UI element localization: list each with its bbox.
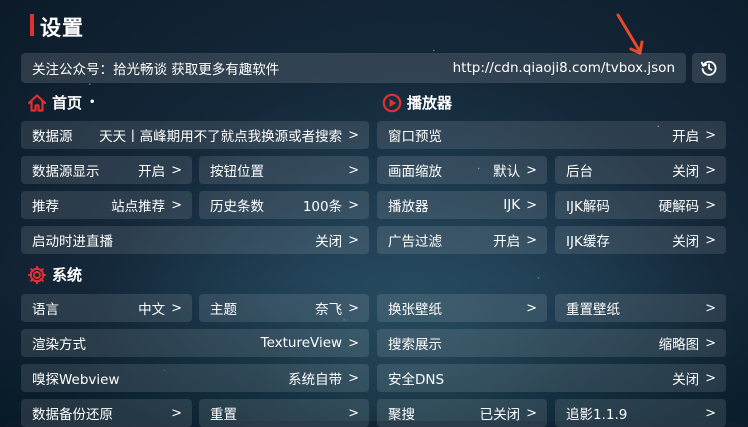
gear-icon (27, 265, 47, 284)
setting-data-source[interactable]: 数据源 天天丨高峰期用不了就点我换源或者搜索 > (21, 121, 369, 149)
banner-text: 关注公众号：拾光畅谈 获取更多有趣软件 (32, 62, 280, 78)
section-home-dot: • (89, 97, 96, 108)
setting-ijk-cache[interactable]: IJK缓存 关闭 > (555, 226, 726, 254)
page-title: 设置 (40, 16, 84, 40)
setting-reset-wallpaper[interactable]: 重置壁纸 > (555, 294, 726, 322)
setting-secure-dns[interactable]: 安全DNS 关闭 > (377, 364, 726, 392)
setting-ad-filter[interactable]: 广告过滤 开启 > (377, 226, 547, 254)
setting-button-position[interactable]: 按钮位置 > (199, 156, 369, 184)
setting-change-wallpaper[interactable]: 换张壁纸 > (377, 294, 547, 322)
setting-language[interactable]: 语言 中文 > (21, 294, 192, 322)
setting-render-mode[interactable]: 渲染方式 TextureView > (21, 329, 369, 357)
setting-data-backup[interactable]: 数据备份还原 > (21, 399, 192, 427)
setting-theme[interactable]: 主题 奈飞 > (199, 294, 369, 322)
setting-history-count[interactable]: 历史条数 100条 > (199, 191, 369, 219)
setting-search-display[interactable]: 搜索展示 缩略图 > (377, 329, 726, 357)
setting-window-preview[interactable]: 窗口预览 开启 > (377, 121, 726, 149)
section-system-title: 系统 (52, 266, 83, 284)
setting-app-version[interactable]: 追影1.1.9 > (555, 399, 726, 427)
subscription-banner[interactable]: 关注公众号：拾光畅谈 获取更多有趣软件 http://cdn.qiaoji8.c… (21, 53, 686, 83)
title-accent-bar (30, 14, 34, 36)
section-player: 播放器 (382, 92, 452, 113)
setting-aggregate-search[interactable]: 聚搜 已关闭 > (377, 399, 547, 427)
setting-sniff-webview[interactable]: 嗅探Webview 系统自带 > (21, 364, 369, 392)
setting-player[interactable]: 播放器 IJK > (377, 191, 547, 219)
history-button[interactable] (692, 53, 726, 83)
play-circle-icon (382, 93, 402, 112)
setting-recommend[interactable]: 推荐 站点推荐 > (21, 191, 192, 219)
setting-reset[interactable]: 重置 > (199, 399, 369, 427)
section-home: 首页 • (27, 92, 95, 113)
history-icon (700, 60, 717, 76)
setting-live-on-start[interactable]: 启动时进直播 关闭 > (21, 226, 369, 254)
section-system: 系统 (27, 264, 82, 285)
section-player-title: 播放器 (407, 94, 453, 112)
setting-background-play[interactable]: 后台 关闭 > (555, 156, 726, 184)
setting-source-display[interactable]: 数据源显示 开启 > (21, 156, 192, 184)
setting-ijk-decode[interactable]: IJK解码 硬解码 > (555, 191, 726, 219)
config-url: http://cdn.qiaoji8.com/tvbox.json (452, 60, 675, 76)
section-home-title: 首页 (52, 94, 83, 112)
red-arrow-annotation (616, 13, 644, 55)
home-icon (27, 93, 47, 112)
setting-picture-scale[interactable]: 画面缩放 默认 > (377, 156, 547, 184)
